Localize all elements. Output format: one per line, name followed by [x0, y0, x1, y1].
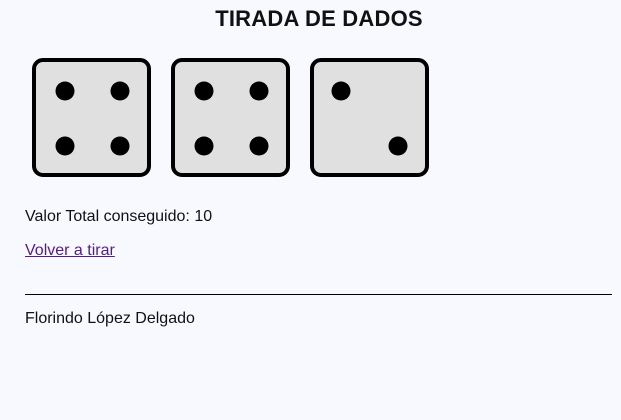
die-1: [32, 58, 151, 177]
author-name: Florindo López Delgado: [25, 310, 195, 327]
die-pip: [194, 81, 214, 101]
divider: [25, 294, 612, 295]
die-pip: [331, 81, 351, 101]
die-pip: [110, 81, 130, 101]
die-3: [310, 58, 429, 177]
total-result: Valor Total conseguido: 10: [25, 208, 212, 226]
dice-row: [32, 58, 429, 177]
die-pip: [249, 136, 269, 156]
die-pip: [249, 81, 269, 101]
total-value: 10: [194, 208, 213, 225]
die-2: [171, 58, 290, 177]
die-pip: [110, 136, 130, 156]
reroll-link[interactable]: Volver a tirar: [25, 242, 115, 260]
die-pip: [55, 81, 75, 101]
die-pip: [55, 136, 75, 156]
die-pip: [388, 136, 408, 156]
die-pip: [194, 136, 214, 156]
page-title: TIRADA DE DADOS: [215, 6, 423, 31]
total-label: Valor Total conseguido:: [25, 208, 190, 225]
